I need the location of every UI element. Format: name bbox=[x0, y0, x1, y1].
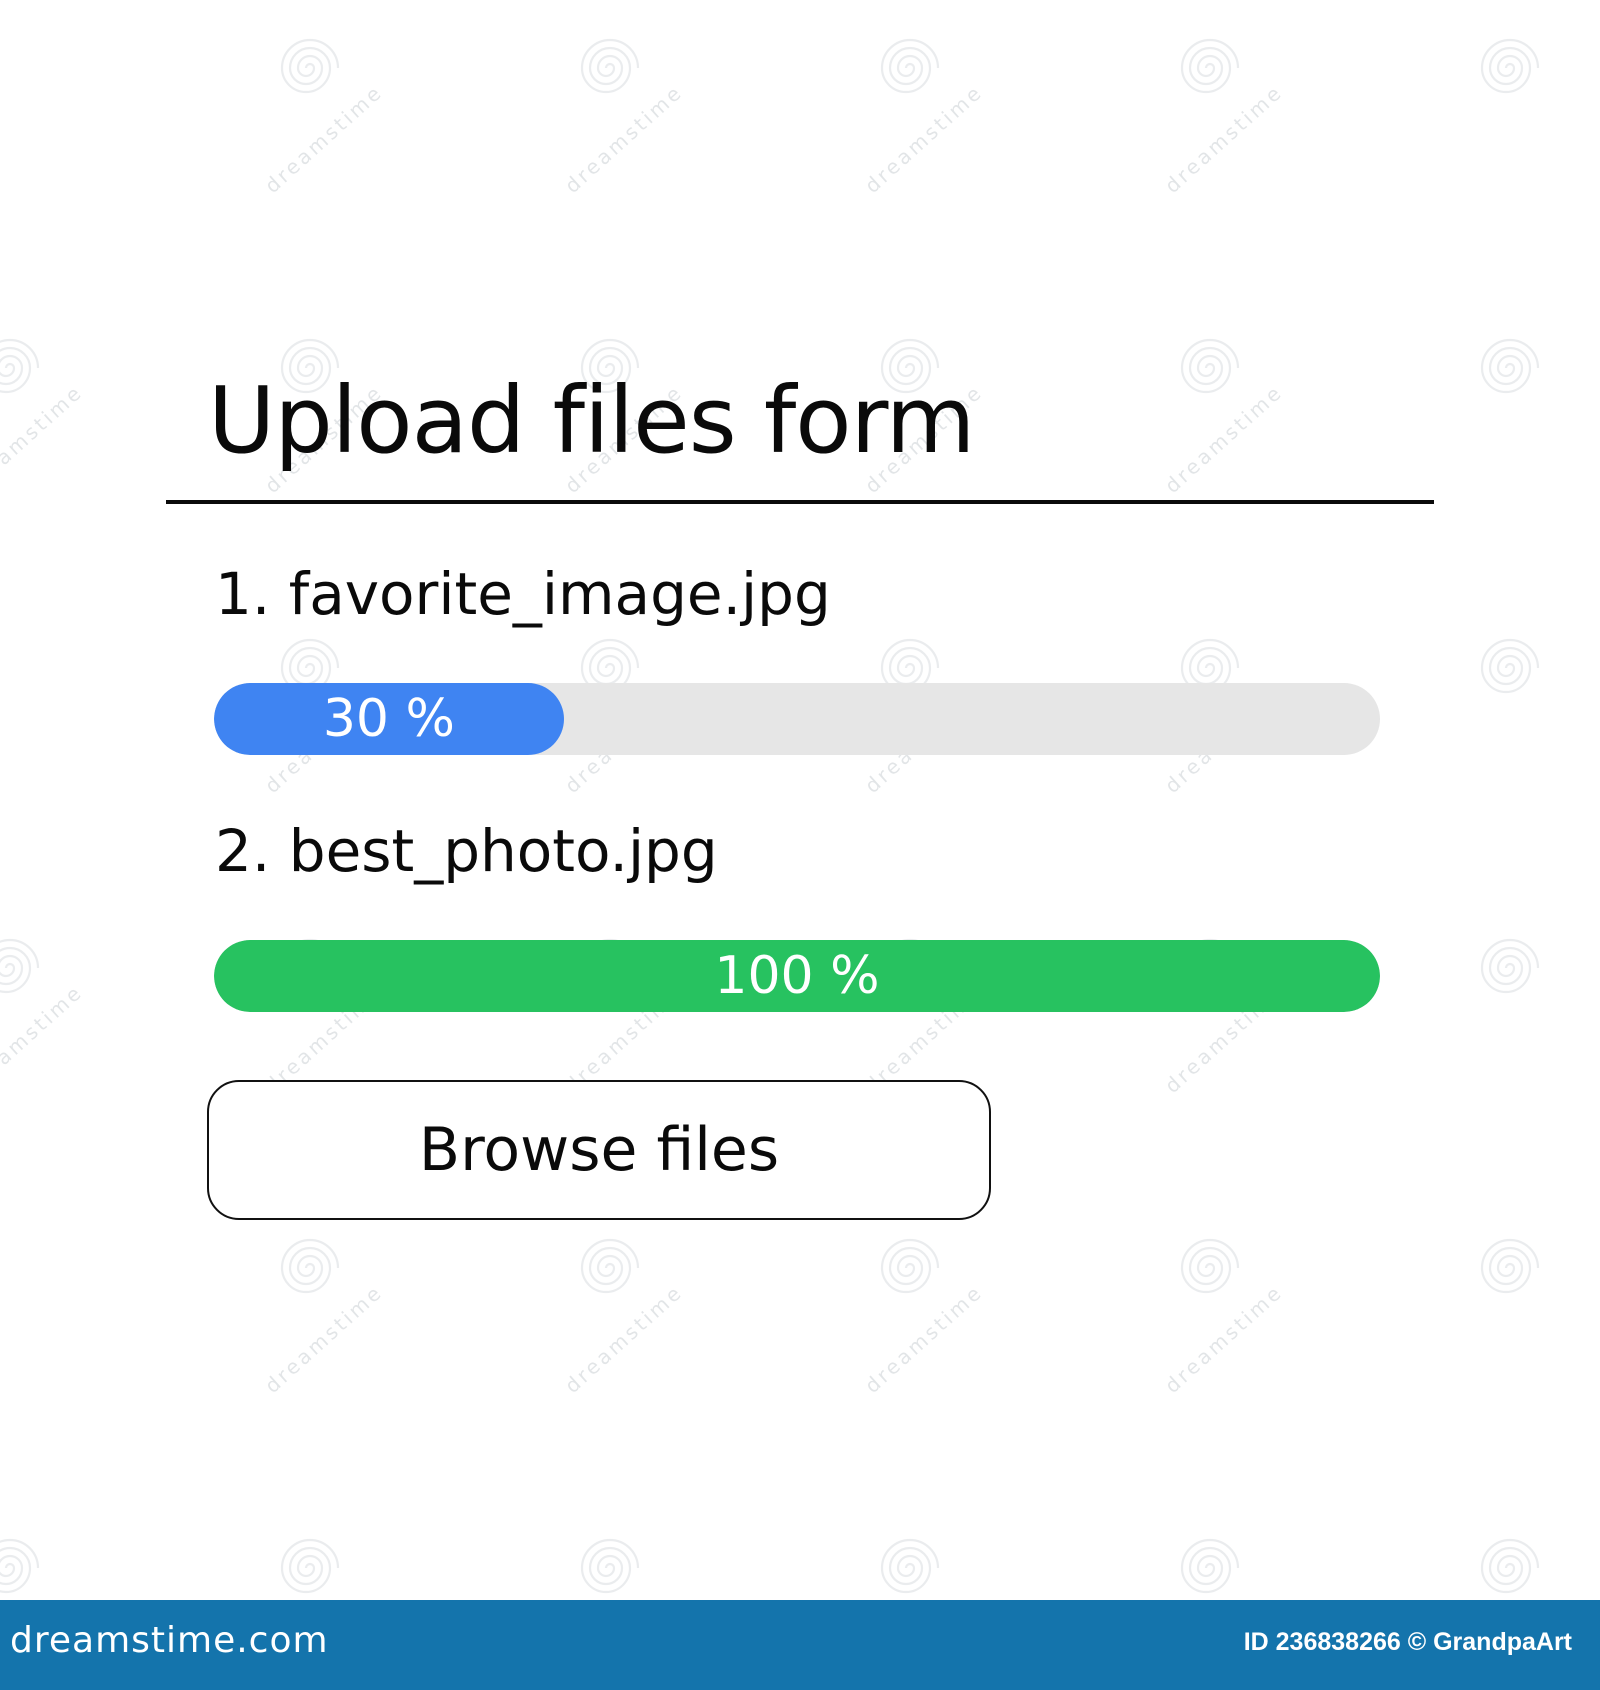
swirl-watermark-icon bbox=[1480, 38, 1540, 94]
swirl-watermark-icon bbox=[1180, 1238, 1240, 1294]
swirl-watermark-icon bbox=[880, 1538, 940, 1594]
swirl-watermark-icon bbox=[280, 38, 340, 94]
watermark-text: dreamstime bbox=[860, 79, 988, 198]
watermark-layer: dreamstime dreamstime dreamstime dreamstime… bbox=[0, 0, 1600, 1600]
file-item-2-name: 2. best_photo.jpg bbox=[215, 817, 718, 885]
swirl-watermark-icon bbox=[1480, 1538, 1540, 1594]
swirl-watermark-icon bbox=[1480, 338, 1540, 394]
watermark-text: dreamstime bbox=[1160, 79, 1288, 198]
swirl-watermark-icon bbox=[580, 1538, 640, 1594]
browse-files-button[interactable]: Browse files bbox=[207, 1080, 991, 1220]
footer-image-credit: ID 236838266 © GrandpaArt bbox=[1243, 1628, 1572, 1656]
swirl-watermark-icon bbox=[1180, 38, 1240, 94]
watermark-text: dreamstime bbox=[0, 979, 88, 1098]
footer-bar: dreamstime.com ID 236838266 © GrandpaArt bbox=[0, 1600, 1600, 1690]
swirl-watermark-icon bbox=[0, 1538, 40, 1594]
swirl-watermark-icon bbox=[1180, 1538, 1240, 1594]
file-item-1-name: 1. favorite_image.jpg bbox=[215, 560, 831, 628]
swirl-watermark-icon bbox=[280, 1238, 340, 1294]
swirl-watermark-icon bbox=[0, 938, 40, 994]
watermark-text: dreamstime bbox=[1160, 379, 1288, 498]
file-item-2-progress-bar: 100 % bbox=[214, 940, 1380, 1012]
watermark-text: dreamstime bbox=[1160, 1279, 1288, 1398]
file-item-1-progress-label: 30 % bbox=[322, 689, 455, 749]
file-item-1-progress-bar: 30 % bbox=[214, 683, 1380, 755]
swirl-watermark-icon bbox=[1480, 938, 1540, 994]
swirl-watermark-icon bbox=[880, 38, 940, 94]
title-divider bbox=[166, 500, 1434, 504]
watermark-text: dreamstime bbox=[260, 1279, 388, 1398]
swirl-watermark-icon bbox=[1480, 638, 1540, 694]
watermark-text: dreamstime bbox=[860, 1279, 988, 1398]
swirl-watermark-icon bbox=[880, 1238, 940, 1294]
form-title: Upload files form bbox=[208, 367, 975, 474]
swirl-watermark-icon bbox=[280, 1538, 340, 1594]
watermark-text: dreamstime bbox=[560, 1279, 688, 1398]
file-item-2-progress-label: 100 % bbox=[714, 946, 880, 1006]
swirl-watermark-icon bbox=[1480, 1238, 1540, 1294]
watermark-text: dreamstime bbox=[260, 79, 388, 198]
swirl-watermark-icon bbox=[580, 38, 640, 94]
swirl-watermark-icon bbox=[0, 338, 40, 394]
swirl-watermark-icon bbox=[580, 1238, 640, 1294]
footer-logo[interactable]: dreamstime.com bbox=[10, 1620, 329, 1661]
watermark-text: dreamstime bbox=[0, 379, 88, 498]
watermark-text: dreamstime bbox=[560, 79, 688, 198]
swirl-watermark-icon bbox=[1180, 338, 1240, 394]
